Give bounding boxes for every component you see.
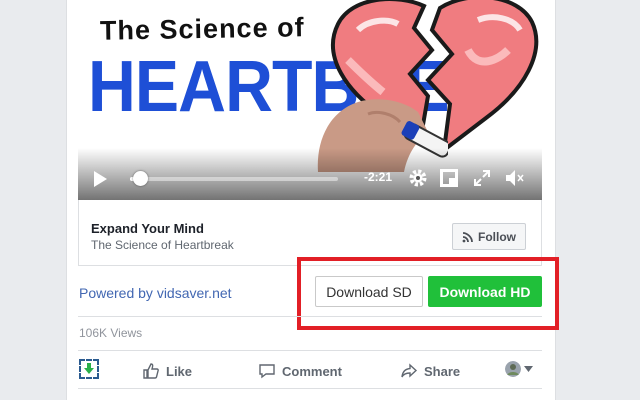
picture-in-picture-icon[interactable] bbox=[440, 169, 458, 187]
progress-bar[interactable] bbox=[130, 171, 338, 186]
divider bbox=[78, 316, 542, 317]
like-button[interactable]: Like bbox=[142, 360, 192, 382]
thumbnail-title-top: The Science of bbox=[99, 12, 305, 46]
video-subtitle: The Science of Heartbreak bbox=[91, 238, 234, 252]
download-hd-button[interactable]: Download HD bbox=[428, 276, 542, 307]
audience-selector[interactable] bbox=[505, 361, 533, 377]
thumbs-up-icon bbox=[143, 363, 159, 379]
follow-button[interactable]: Follow bbox=[452, 223, 526, 250]
video-controls: -2:21 bbox=[78, 148, 542, 200]
comment-icon bbox=[259, 364, 275, 379]
save-video-button[interactable] bbox=[79, 359, 99, 379]
download-arrow-icon bbox=[84, 363, 94, 374]
like-label: Like bbox=[166, 363, 193, 379]
divider bbox=[78, 388, 542, 389]
follow-label: Follow bbox=[478, 229, 516, 244]
play-icon[interactable] bbox=[92, 170, 108, 188]
page-name[interactable]: Expand Your Mind bbox=[91, 221, 204, 236]
mute-icon[interactable] bbox=[504, 168, 526, 188]
video-player[interactable]: The Science of HEARTBRE -2:21 bbox=[78, 0, 542, 200]
progress-knob[interactable] bbox=[133, 171, 149, 186]
gear-icon[interactable] bbox=[408, 168, 428, 188]
follow-icon bbox=[462, 231, 473, 242]
divider bbox=[78, 350, 542, 351]
fullscreen-icon[interactable] bbox=[473, 169, 491, 187]
comment-button[interactable]: Comment bbox=[258, 360, 342, 382]
share-label: Share bbox=[424, 363, 461, 379]
powered-by-link[interactable]: Powered by vidsaver.net bbox=[79, 285, 232, 301]
view-count: 106K Views bbox=[79, 326, 143, 340]
share-icon bbox=[401, 363, 418, 378]
comment-label: Comment bbox=[282, 363, 342, 379]
download-sd-button[interactable]: Download SD bbox=[315, 276, 423, 307]
time-remaining: -2:21 bbox=[364, 170, 393, 184]
chevron-down-icon bbox=[524, 366, 533, 372]
avatar bbox=[505, 361, 521, 377]
share-button[interactable]: Share bbox=[400, 360, 460, 382]
